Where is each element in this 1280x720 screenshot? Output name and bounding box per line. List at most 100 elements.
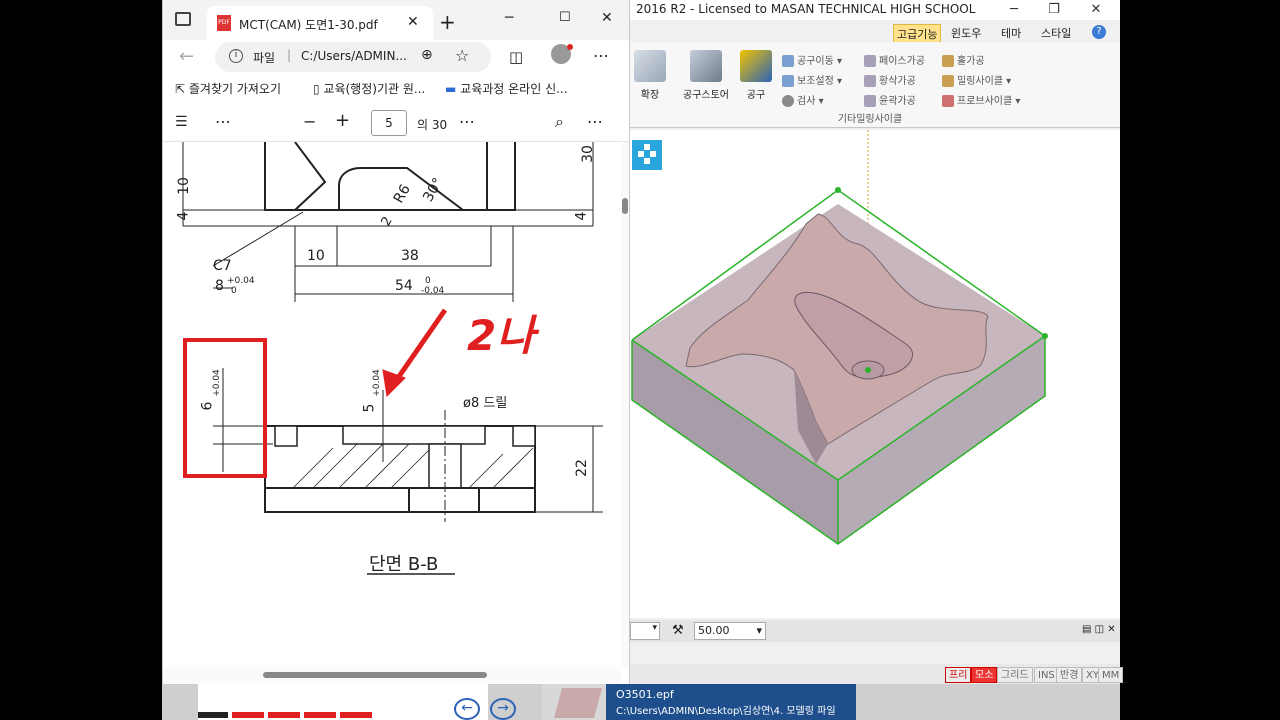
address-divider: | (287, 48, 292, 62)
ribbon-mill-cycle[interactable]: 밀링사이클 ▾ (942, 72, 1011, 87)
section-view (264, 410, 536, 522)
taskbar-preview: ← → (198, 684, 516, 720)
horizontal-scrollbar[interactable] (163, 667, 621, 683)
ribbon-aux-setting[interactable]: 보조설정 ▾ (782, 72, 842, 87)
status-mm[interactable]: MM (1098, 667, 1124, 683)
info-icon[interactable]: i (229, 49, 243, 63)
pdf-file-icon: PDF (217, 15, 231, 31)
settings-more-icon[interactable]: ⋯ (587, 112, 603, 131)
status-grid[interactable]: 그리드 (997, 667, 1033, 683)
origin-point (865, 367, 871, 373)
depth-input[interactable]: 50.00 ▾ (694, 622, 766, 640)
tol-8: +0.04 (227, 276, 255, 286)
contents-icon[interactable]: ☰ (175, 114, 188, 130)
tab-actions-icon[interactable] (175, 12, 191, 26)
dim-38: 38 (401, 248, 419, 264)
tool-button[interactable]: 공구 (738, 50, 774, 101)
ribbon-roughing[interactable]: 황삭가공 (864, 72, 916, 87)
ribbon-tool-move[interactable]: 공구이동 ▾ (782, 52, 842, 67)
menu-advanced[interactable]: 고급기능 (893, 24, 942, 44)
link-icon: ▬ (445, 82, 461, 96)
tool-icon-small: ⚒ (672, 623, 684, 638)
tool-store-icon (690, 50, 722, 82)
vertical-scroll-thumb[interactable] (622, 198, 628, 214)
ribbon-group-label: 기타밀링사이클 (837, 114, 903, 125)
nav-prev-icon[interactable]: ← (454, 698, 480, 720)
taskbar-filepath: C:\Users\ADMIN\Desktop\김상연\4. 모델링 파일 (616, 706, 836, 717)
dim-8: 8 (215, 278, 224, 294)
expand-button[interactable]: 확장 (632, 50, 668, 101)
notification-dot (567, 44, 573, 50)
minimize-button-pdf[interactable]: ─ (505, 10, 513, 26)
favorite-curriculum[interactable]: ▬ 교육과정 온라인 신... (445, 80, 568, 97)
tab-pdf[interactable]: PDF MCT(CAM) 도면1-30.pdf ✕ (207, 6, 433, 40)
favorite-import[interactable]: ⇱ 즐겨찾기 가져오기 (175, 80, 281, 97)
tol-8-b: 0 (231, 286, 237, 296)
page-number-input[interactable]: 5 (371, 110, 407, 136)
dim-5: 5 (361, 403, 378, 413)
status-mode[interactable]: 모소 (971, 667, 998, 683)
back-arrow-icon[interactable]: ← (179, 46, 194, 67)
cam-menu-bar: 고급기능 윈도우 테마 스타일 ? (630, 22, 1120, 44)
cad-viewport[interactable] (630, 130, 1120, 618)
mill-cycle-icon (942, 75, 954, 87)
tol-6: +0.04 (211, 369, 222, 397)
favorite-star-icon[interactable]: ☆ (455, 46, 469, 65)
cam-ribbon: 확장 공구스토어 공구 공구이동 ▾ 보조설정 ▾ 검사 ▾ 페이스가공 황삭가… (630, 42, 1120, 128)
restore-button-pdf[interactable]: ☐ (559, 10, 571, 25)
minimize-button[interactable]: ─ (994, 0, 1034, 20)
favorite-edu-admin[interactable]: ▯ 교육(행정)기관 원... (313, 80, 425, 97)
dim-10: 10 (307, 248, 325, 264)
horizontal-scroll-thumb[interactable] (263, 672, 487, 678)
taskbar-filename: O3501.epf (616, 688, 674, 701)
pdf-page: 30 10 4 4 R6 30° 2 C7 8 +0.04 0 10 38 54… (163, 142, 621, 667)
nav-next-icon[interactable]: → (490, 698, 516, 720)
status-free[interactable]: 프리 (945, 667, 972, 683)
ribbon-inspect[interactable]: 검사 ▾ (782, 92, 824, 107)
ribbon-contour[interactable]: 윤곽가공 (864, 92, 916, 107)
zoom-out-icon[interactable]: − (303, 112, 316, 131)
search-icon[interactable]: ⌕ (555, 112, 564, 132)
toolbar-more-icon[interactable]: ⋯ (215, 112, 231, 131)
restore-button[interactable]: ❐ (1034, 0, 1074, 20)
contour-icon (864, 95, 876, 107)
handwritten-note: 2나 (467, 311, 535, 360)
cam-bottom-bar: ▾ ⚒ 50.00 ▾ ▤ ◫ ✕ (630, 620, 1120, 642)
dim-c7: C7 (213, 258, 232, 274)
menu-window[interactable]: 윈도우 (948, 24, 984, 42)
close-button-pdf[interactable]: ✕ (601, 10, 613, 26)
file-thumbnail-icon[interactable] (542, 684, 612, 720)
face-mill-icon (864, 55, 876, 67)
split-screen-icon[interactable]: ◫ (509, 48, 523, 66)
help-icon[interactable]: ? (1092, 25, 1106, 39)
address-bar[interactable]: i 파일 | C:/Users/ADMIN... ⊕ ☆ (215, 42, 491, 72)
tool-store-button[interactable]: 공구스토어 (676, 50, 736, 101)
move-icon (782, 55, 794, 67)
tol-5: +0.04 (371, 369, 382, 397)
vertical-scrollbar[interactable] (621, 142, 629, 667)
ribbon-face[interactable]: 페이스가공 (864, 52, 925, 67)
address-text[interactable]: C:/Users/ADMIN... (301, 49, 407, 63)
top-view-outline (264, 142, 516, 211)
more-menu-icon[interactable]: ⋯ (593, 46, 609, 65)
page-icon: ▯ (313, 82, 324, 96)
probe-icon (942, 95, 954, 107)
menu-style[interactable]: 스타일 (1038, 24, 1074, 42)
menu-theme[interactable]: 테마 (998, 24, 1024, 42)
zoom-in-icon[interactable]: + (335, 110, 350, 131)
ribbon-probe-cycle[interactable]: 프로브사이클 ▾ (942, 92, 1020, 107)
dim-4-left: 4 (175, 211, 192, 221)
roughing-icon (864, 75, 876, 87)
tab-title: MCT(CAM) 도면1-30.pdf (239, 18, 378, 32)
new-tab-icon[interactable]: + (439, 10, 456, 34)
dropdown-left[interactable]: ▾ (630, 622, 660, 640)
zoom-icon[interactable]: ⊕ (421, 47, 433, 63)
tab-close-icon[interactable]: ✕ (407, 14, 419, 30)
close-button[interactable]: ✕ (1076, 0, 1116, 20)
status-radius[interactable]: 반경 (1056, 667, 1083, 683)
ribbon-hole[interactable]: 홀가공 (942, 52, 985, 67)
inspect-icon (782, 95, 794, 107)
page-more-icon[interactable]: ⋯ (459, 112, 475, 131)
panel-controls-icon[interactable]: ▤ ◫ ✕ (1082, 624, 1116, 635)
taskbar-file-info[interactable]: O3501.epf C:\Users\ADMIN\Desktop\김상연\4. … (606, 684, 856, 720)
